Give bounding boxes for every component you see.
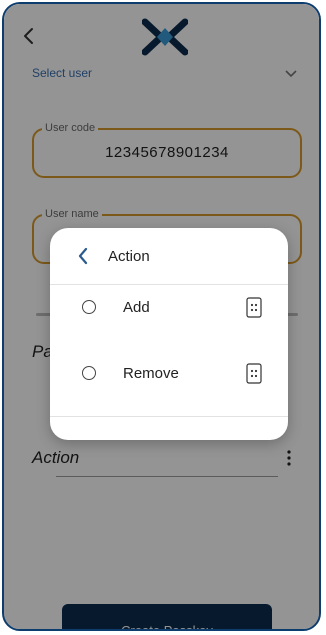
chevron-left-icon [78,247,88,265]
radio-add[interactable] [82,300,96,314]
dialog-back-button[interactable] [76,246,90,266]
dialog-header: Action [50,228,288,285]
action-dialog: Action Add Remove [50,228,288,440]
option-add-label: Add [123,299,150,316]
option-add[interactable]: Add [50,288,288,328]
app-screen: Select user User code 12345678901234 Use… [2,2,321,631]
keypad-icon [246,363,262,384]
keypad-icon [246,297,262,318]
option-remove-label: Remove [123,365,179,382]
dialog-divider [50,416,288,417]
radio-remove[interactable] [82,366,96,380]
option-remove[interactable]: Remove [50,354,288,394]
dialog-title: Action [108,248,150,265]
